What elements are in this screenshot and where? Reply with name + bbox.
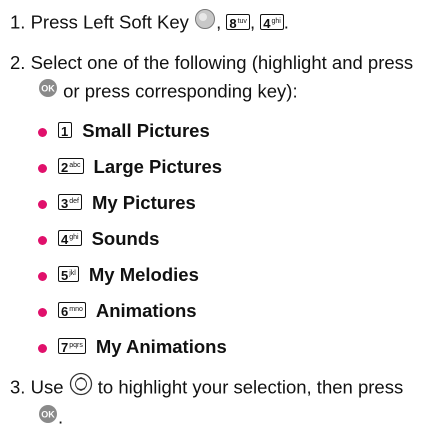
ok-button-icon: OK — [38, 404, 58, 429]
key-7-icon: 7pqrs — [58, 338, 86, 355]
item-label: Sounds — [91, 228, 160, 249]
bullet — [38, 164, 47, 173]
key-3-icon: 3def — [58, 194, 82, 211]
bullet — [38, 200, 47, 209]
key-2-icon: 2abc — [58, 158, 84, 175]
key-4-icon: 4ghi — [58, 230, 82, 247]
navigation-key-icon — [69, 372, 93, 401]
key-6-icon: 6mno — [58, 302, 86, 319]
step-2-line-1: 2. Select one of the following (highligh… — [10, 52, 413, 74]
bullet — [38, 128, 47, 137]
bullet — [38, 272, 47, 281]
step-1: 1. Press Left Soft Key , 8tuv, 4ghi. — [10, 8, 289, 37]
step-1-end: . — [283, 11, 289, 33]
left-soft-key-icon — [194, 8, 216, 35]
item-label: My Pictures — [91, 192, 196, 213]
bullet — [38, 308, 47, 317]
item-label: Large Pictures — [93, 156, 223, 177]
step-3-end: . — [58, 406, 64, 428]
item-label: Animations — [95, 300, 197, 321]
step-3-number: 3. — [10, 376, 26, 398]
svg-text:OK: OK — [41, 84, 55, 94]
step-1-text: Press Left Soft Key — [30, 11, 189, 33]
item-label: My Animations — [95, 336, 227, 357]
bullet — [38, 236, 47, 245]
step-3-line-1b: to highlight your selection, then press — [97, 376, 404, 398]
key-4-icon: 4ghi — [260, 13, 284, 30]
key-5-icon: 5jkl — [58, 266, 79, 283]
key-8-icon: 8tuv — [226, 13, 250, 30]
step-2-line-2-text: or press corresponding key): — [63, 80, 298, 102]
step-3-line-1: 3. Use to highlight your selection, then… — [10, 372, 404, 403]
svg-text:OK: OK — [41, 410, 55, 420]
separator-1: , — [216, 11, 222, 33]
item-label: Small Pictures — [82, 120, 210, 141]
step-2-line-1-text: Select one of the following (highlight a… — [30, 52, 414, 73]
step-1-number: 1. — [10, 11, 26, 33]
bullet — [38, 344, 47, 353]
separator-2: , — [249, 11, 256, 33]
step-3-line-1a: Use — [30, 376, 64, 398]
step-2-line-2: OK or press corresponding key): — [38, 78, 298, 105]
step-3-line-2: OK . — [38, 404, 64, 431]
ok-button-icon: OK — [38, 78, 58, 103]
step-2-number: 2. — [10, 52, 26, 73]
key-1-icon: 1 — [58, 122, 73, 139]
item-label: My Melodies — [88, 264, 199, 285]
